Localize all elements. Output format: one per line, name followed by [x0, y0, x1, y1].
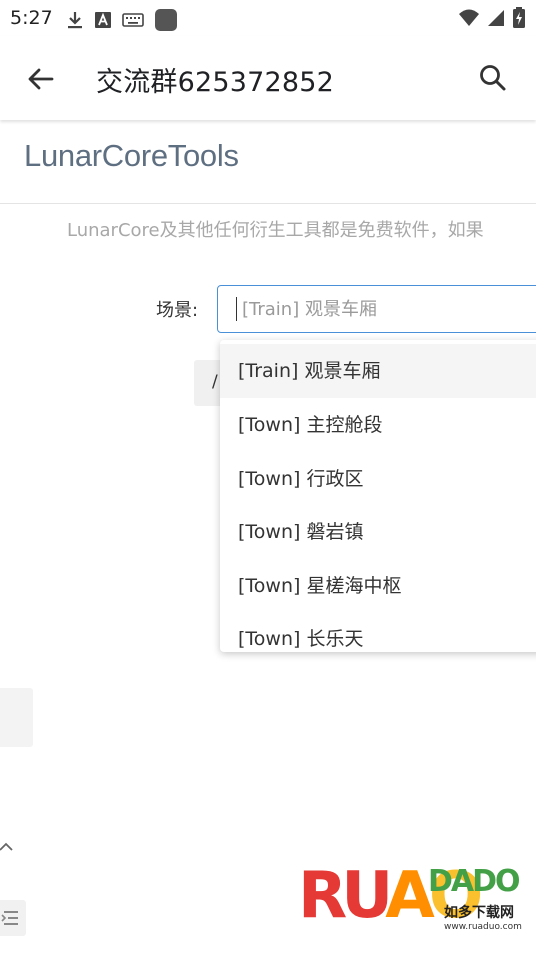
scroll-up-button[interactable] [0, 838, 16, 856]
dropdown-item[interactable]: [Town] 星槎海中枢 [220, 559, 536, 613]
watermark-letter: A [385, 859, 434, 933]
watermark-site-name: 如多下载网 [444, 905, 514, 921]
battery-charging-icon [513, 7, 525, 28]
status-bar: 5:27 [0, 0, 536, 36]
status-system-icons [458, 7, 526, 29]
text-caret [236, 297, 237, 321]
list-toggle-button[interactable] [0, 900, 26, 936]
font-a-icon [95, 12, 111, 28]
wifi-icon [459, 9, 479, 26]
status-notification-icons [66, 8, 178, 32]
watermark-dado: DADO [428, 864, 521, 899]
watermark-url: www.ruaduo.com [444, 922, 522, 932]
obscured-button-label: / [212, 372, 218, 392]
scene-dropdown: [Train] 观景车厢 [Town] 主控舱段 [Town] 行政区 [Tow… [220, 340, 536, 652]
dropdown-item[interactable]: [Town] 磐岩镇 [220, 505, 536, 559]
back-button[interactable] [24, 62, 58, 96]
page-heading: LunarCoreTools [24, 138, 239, 173]
side-panel-edge[interactable] [0, 688, 33, 747]
download-icon [68, 12, 82, 29]
search-icon [480, 65, 506, 91]
divider [0, 203, 536, 204]
free-software-notice: LunarCore及其他任何衍生工具都是免费软件，如果 [67, 220, 484, 241]
dropdown-item[interactable]: [Train] 观景车厢 [220, 344, 536, 398]
list-indent-icon [1, 911, 18, 925]
scene-input-placeholder: [Train] 观景车厢 [242, 299, 377, 320]
search-button[interactable] [476, 61, 510, 95]
scene-label: 场景: [156, 300, 199, 321]
keyboard-icon [122, 13, 144, 27]
arrow-left-icon [28, 68, 54, 90]
watermark-logo: RUAO DADO 如多下载网 www.ruaduo.com [298, 856, 524, 946]
app-bar: 交流群625372852 [0, 36, 536, 120]
cellular-signal-icon [488, 10, 504, 26]
status-time: 5:27 [10, 7, 53, 29]
dropdown-item[interactable]: [Town] 长乐天 [220, 612, 536, 652]
dropdown-item[interactable]: [Town] 行政区 [220, 452, 536, 506]
watermark-letter: U [341, 859, 391, 933]
chevron-up-icon [0, 842, 13, 851]
dropdown-item[interactable]: [Town] 主控舱段 [220, 398, 536, 452]
app-title: 交流群625372852 [96, 67, 335, 98]
app-square-icon [155, 9, 177, 31]
watermark-letter: R [298, 859, 347, 933]
